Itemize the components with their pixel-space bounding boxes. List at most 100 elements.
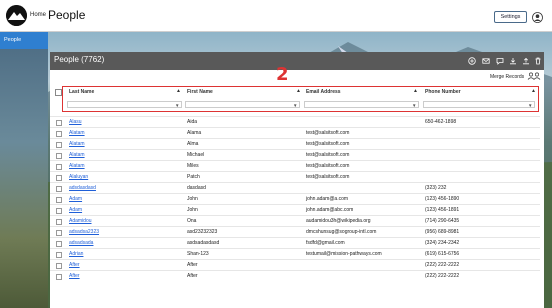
merge-users-icon[interactable] — [527, 72, 541, 80]
first-name-cell: asdsadasdasd — [187, 240, 220, 246]
table-row[interactable]: Alatam Michael test@salsitsoft.com — [50, 149, 540, 160]
last-name-link[interactable]: Adrian — [69, 251, 83, 257]
phone-cell: 650-462-1898 — [425, 119, 457, 125]
settings-button[interactable]: Settings — [494, 11, 527, 23]
phone-cell: (714) 290-6435 — [425, 218, 460, 224]
row-checkbox[interactable] — [56, 186, 62, 192]
row-checkbox[interactable] — [56, 175, 62, 181]
email-cell: testumail@mission-pathways.com — [306, 251, 382, 257]
first-name-cell: Aida — [187, 119, 198, 125]
row-checkbox[interactable] — [56, 219, 62, 225]
row-checkbox[interactable] — [56, 230, 62, 236]
table-row[interactable]: Alaluyan Patch test@salsitsoft.com — [50, 171, 540, 182]
last-name-link[interactable]: Alasu — [69, 119, 82, 125]
row-checkbox[interactable] — [56, 120, 62, 126]
phone-cell: (324) 234-2342 — [425, 240, 460, 246]
last-name-link[interactable]: adsdasdasd — [69, 185, 96, 191]
table-row[interactable]: Adrian Shan-123 testumail@mission-pathways… — [50, 248, 540, 259]
select-all-checkbox[interactable] — [55, 89, 62, 96]
table-row[interactable]: After After (222) 222-2222 — [50, 270, 540, 281]
table-row[interactable]: adsadsa2323 asd23232323 dmcshunsug@sogroup… — [50, 226, 540, 237]
email-cell: test@salsitsoft.com — [306, 152, 350, 158]
first-name-cell: Patch — [187, 174, 200, 180]
panel-header: People (7762) — [50, 52, 544, 70]
phone-cell: (323) 232 — [425, 185, 447, 191]
last-name-link[interactable]: Adamidou — [69, 218, 92, 224]
email-cell: john.adam@a.com — [306, 196, 349, 202]
last-name-link[interactable]: Alatam — [69, 163, 85, 169]
email-cell: john.adam@abc.com — [306, 207, 354, 213]
download-icon[interactable] — [509, 57, 517, 65]
row-checkbox[interactable] — [56, 142, 62, 148]
last-name-link[interactable]: Alatam — [69, 141, 85, 147]
table-row[interactable]: adsdasdasd dasdasd (323) 232 — [50, 182, 540, 193]
email-cell: test@salsitsoft.com — [306, 130, 350, 136]
phone-cell: (222) 222-2222 — [425, 262, 460, 268]
last-name-link[interactable]: Adam — [69, 207, 82, 213]
first-name-cell: Alma — [187, 141, 199, 147]
last-name-link[interactable]: After — [69, 262, 80, 268]
last-name-link[interactable]: adsadsada — [69, 240, 93, 246]
row-checkbox[interactable] — [56, 252, 62, 258]
last-name-link[interactable]: Adam — [69, 196, 82, 202]
chat-icon[interactable] — [496, 57, 504, 65]
row-checkbox[interactable] — [56, 241, 62, 247]
last-name-link[interactable]: Alatam — [69, 152, 85, 158]
last-name-link[interactable]: After — [69, 273, 80, 279]
row-checkbox[interactable] — [56, 164, 62, 170]
mail-icon[interactable] — [482, 57, 490, 65]
table-row[interactable]: Alatam Miles test@salsitsoft.com — [50, 160, 540, 171]
table-row[interactable]: After After (222) 222-2222 — [50, 259, 540, 270]
row-checkbox[interactable] — [56, 263, 62, 269]
first-name-cell: John — [187, 207, 198, 213]
first-name-cell: dasdasd — [187, 185, 206, 191]
add-circle-icon[interactable] — [468, 57, 476, 65]
top-bar: Home People Settings — [0, 0, 552, 32]
annotation-number: 2 — [276, 64, 289, 85]
table-row[interactable]: Alatam Alma test@salsitsoft.com — [50, 138, 540, 149]
first-name-cell: Alama — [187, 130, 202, 136]
phone-cell: (619) 615-6756 — [425, 251, 460, 257]
row-checkbox[interactable] — [56, 208, 62, 214]
merge-records-link[interactable]: Merge Records — [490, 74, 524, 80]
phone-cell: (123) 456-1890 — [425, 196, 460, 202]
sidebar: People — [0, 32, 48, 308]
row-checkbox[interactable] — [56, 131, 62, 137]
phone-cell: (222) 222-2222 — [425, 273, 460, 279]
home-link[interactable]: Home — [30, 12, 46, 18]
table-row[interactable]: Adamidou Ona audamidou3h@wikipedia.org (714… — [50, 215, 540, 226]
email-cell: audamidou3h@wikipedia.org — [306, 218, 371, 224]
first-name-cell: John — [187, 196, 198, 202]
table-row[interactable]: Alatam Alama test@salsitsoft.com — [50, 127, 540, 138]
table-row[interactable]: Adam John john.adam@a.com (123) 456-1890 — [50, 193, 540, 204]
row-checkbox[interactable] — [56, 153, 62, 159]
first-name-cell: After — [187, 273, 198, 279]
user-avatar-icon[interactable] — [532, 10, 543, 23]
upload-icon[interactable] — [522, 57, 530, 65]
last-name-link[interactable]: adsadsa2323 — [69, 229, 99, 235]
table-row[interactable]: Adam John john.adam@abc.com (123) 456-1891 — [50, 204, 540, 215]
first-name-cell: After — [187, 262, 198, 268]
first-name-cell: Michael — [187, 152, 205, 158]
highlight-box — [62, 86, 539, 112]
last-name-link[interactable]: Alatam — [69, 130, 85, 136]
phone-cell: (123) 456-1891 — [425, 207, 460, 213]
row-checkbox[interactable] — [56, 274, 62, 280]
trash-icon[interactable] — [534, 57, 542, 65]
last-name-link[interactable]: Alaluyan — [69, 174, 88, 180]
table-row[interactable]: Alasu Aida 650-462-1898 — [50, 116, 540, 127]
email-cell: test@salsitsoft.com — [306, 163, 350, 169]
page-title: People — [48, 8, 86, 22]
mountain-logo-icon[interactable] — [6, 5, 27, 26]
sidebar-item-people[interactable]: People — [0, 32, 48, 49]
email-cell: fsdfd@gmail.com — [306, 240, 345, 246]
first-name-cell: Shan-123 — [187, 251, 209, 257]
phone-cell: (956) 689-8981 — [425, 229, 460, 235]
first-name-cell: Miles — [187, 163, 199, 169]
email-cell: test@salsitsoft.com — [306, 174, 350, 180]
row-checkbox[interactable] — [56, 197, 62, 203]
email-cell: dmcshunsug@sogroup-intl.com — [306, 229, 377, 235]
email-cell: test@salsitsoft.com — [306, 141, 350, 147]
table-row[interactable]: adsadsada asdsadasdasd fsdfd@gmail.com (324… — [50, 237, 540, 248]
first-name-cell: asd23232323 — [187, 229, 218, 235]
